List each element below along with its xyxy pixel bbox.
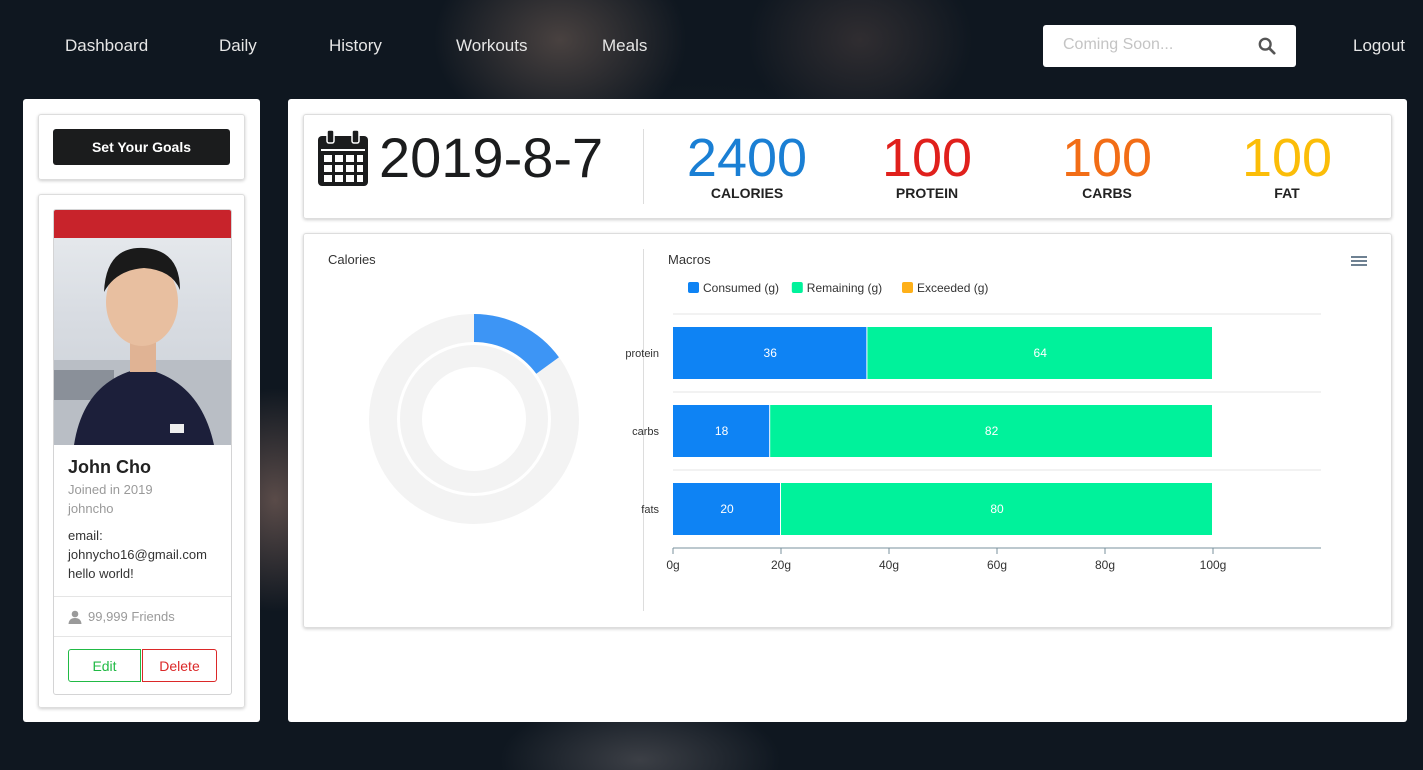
bar-data-label: 36 [764, 346, 778, 360]
profile-joined: Joined in 2019 [68, 482, 153, 497]
bar-data-label: 20 [720, 502, 734, 516]
bar-data-label: 82 [985, 424, 999, 438]
legend-label[interactable]: Remaining (g) [807, 281, 882, 295]
stat-value: 2400 [686, 128, 808, 188]
stat-label: FAT [1274, 185, 1300, 201]
goal-card: Set Your Goals [38, 114, 245, 180]
edit-button[interactable]: Edit [68, 649, 141, 682]
x-tick-label: 60g [987, 558, 1007, 572]
stat-fat: 100 FAT [1202, 129, 1372, 201]
friends-count: 99,999 Friends [68, 609, 175, 624]
stat-label: PROTEIN [895, 185, 959, 201]
avatar-photo [54, 210, 231, 445]
profile-card: John Cho Joined in 2019 johncho email: j… [38, 194, 245, 708]
x-tick-label: 0g [666, 558, 679, 572]
profile-inner: John Cho Joined in 2019 johncho email: j… [53, 209, 232, 695]
donut-inner-ring [400, 345, 548, 493]
y-category-label: protein [625, 348, 659, 360]
stat-value: 100 [1241, 128, 1333, 188]
stat-label: CARBS [1082, 185, 1132, 201]
set-goals-button[interactable]: Set Your Goals [53, 129, 230, 165]
divider [643, 129, 644, 204]
top-navbar: Dashboard Daily History Workouts Meals L… [0, 0, 1423, 92]
delete-button[interactable]: Delete [142, 649, 217, 682]
x-tick-label: 20g [771, 558, 791, 572]
avatar [54, 210, 231, 445]
logout-link[interactable]: Logout [1353, 36, 1405, 56]
bar-data-label: 64 [1034, 346, 1048, 360]
bio: hello world! [68, 566, 134, 581]
divider [54, 636, 231, 637]
nav-workouts[interactable]: Workouts [456, 36, 528, 56]
stat-calories: 2400 CALORIES [662, 129, 832, 201]
profile-username: johncho [68, 501, 114, 516]
legend-marker [791, 282, 803, 293]
legend-marker [688, 282, 699, 293]
email-label: email: [68, 528, 103, 543]
y-category-label: carbs [632, 426, 659, 438]
divider [54, 596, 231, 597]
macros-bar-chart: Consumed (g) Remaining (g) Exceeded (g) 0g 2… [625, 281, 1321, 572]
legend-label[interactable]: Consumed (g) [703, 281, 779, 295]
sidebar: Set Your Goals John Cho Joined in 2019 j… [23, 99, 260, 722]
x-tick-label: 100g [1200, 558, 1227, 572]
calendar-icon [318, 130, 368, 186]
current-date: 2019-8-7 [379, 126, 604, 189]
legend-label[interactable]: Exceeded (g) [917, 281, 988, 295]
search-input[interactable] [1061, 35, 1255, 55]
x-tick-label: 80g [1095, 558, 1115, 572]
macros-chart-title: Macros [668, 252, 711, 267]
chart-menu-icon[interactable] [1351, 254, 1367, 268]
bar-data-label: 80 [990, 502, 1004, 516]
calories-donut-chart [369, 314, 579, 524]
charts-card: Calories Macros Consumed (g) Remaining (g… [303, 233, 1392, 628]
nav-daily[interactable]: Daily [219, 36, 257, 56]
user-icon [68, 610, 82, 624]
x-tick-label: 40g [879, 558, 899, 572]
stat-protein: 100 PROTEIN [842, 129, 1012, 201]
daily-summary-card: 2019-8-7 2400 CALORIES 100 PROTEIN 100 C… [303, 114, 1392, 219]
search-box [1043, 25, 1296, 67]
email-value: johnycho16@gmail.com [68, 547, 207, 562]
stat-value: 100 [1061, 128, 1153, 188]
bar-data-label: 18 [715, 424, 729, 438]
search-icon[interactable] [1258, 37, 1276, 55]
friends-label: 99,999 Friends [88, 609, 175, 624]
nav-history[interactable]: History [329, 36, 382, 56]
nav-meals[interactable]: Meals [602, 36, 647, 56]
nav-dashboard[interactable]: Dashboard [65, 36, 148, 56]
main-panel: 2019-8-7 2400 CALORIES 100 PROTEIN 100 C… [288, 99, 1407, 722]
stat-value: 100 [881, 128, 973, 188]
stat-carbs: 100 CARBS [1022, 129, 1192, 201]
legend-marker [902, 282, 913, 293]
profile-description: email: johnycho16@gmail.com hello world! [68, 526, 228, 583]
y-category-label: fats [641, 504, 659, 516]
profile-name: John Cho [68, 457, 151, 477]
calories-chart-title: Calories [328, 252, 376, 267]
